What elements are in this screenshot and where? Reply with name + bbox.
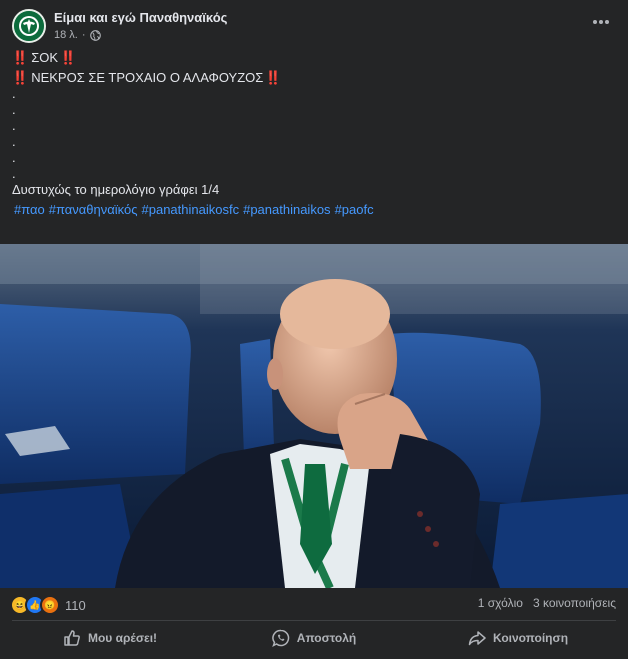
facebook-post: Είμαι και εγώ Παναθηναϊκός 18 λ. · ‼️ ΣΟ… <box>0 0 628 659</box>
dot-separator: · <box>81 29 86 41</box>
post-photo[interactable] <box>0 244 628 588</box>
reactions-count[interactable]: 110 <box>65 598 86 613</box>
post-actions: Μου αρέσει! Αποστολή Κοινοποίηση <box>8 622 620 654</box>
dot-line: . <box>12 86 16 101</box>
hashtag-link[interactable]: #panathinaikosfc <box>142 202 240 218</box>
double-exclamation-icon: ‼️ <box>12 70 29 85</box>
hashtag-link[interactable]: #paofc <box>335 202 374 218</box>
send-label: Αποστολή <box>296 631 357 645</box>
dot-line: . <box>12 134 16 149</box>
hashtag-link[interactable]: #παναθηναϊκός <box>49 202 138 218</box>
dot-line: . <box>12 118 16 133</box>
post-stats: 😆 👍 😠 110 1 σχόλιο 3 κοινοποιήσεις <box>0 588 628 618</box>
share-arrow-icon <box>468 631 486 646</box>
more-horizontal-icon[interactable] <box>592 14 612 28</box>
double-exclamation-icon: ‼️ <box>60 50 77 65</box>
comments-count[interactable]: 1 σχόλιο <box>478 596 523 610</box>
hashtag-link[interactable]: #παο <box>14 202 45 218</box>
post-text: ‼️ ΣΟΚ ‼️ ‼️ ΝΕΚΡΟΣ ΣΕ ΤΡΟΧΑΙΟ Ο ΑΛΑΦΟΥΖ… <box>12 50 616 218</box>
calendar-text: Δυστυχώς το ημερολόγιο γράφει 1/4 <box>12 182 220 197</box>
whatsapp-icon <box>271 629 289 647</box>
post-time[interactable]: 18 λ. <box>54 29 78 41</box>
shares-count[interactable]: 3 κοινοποιήσεις <box>533 596 616 610</box>
share-button[interactable]: Κοινοποίηση <box>416 622 620 654</box>
send-button[interactable]: Αποστολή <box>212 622 416 654</box>
like-button[interactable]: Μου αρέσει! <box>8 622 212 654</box>
double-exclamation-icon: ‼️ <box>265 70 282 85</box>
globe-icon <box>89 29 101 41</box>
reactions-summary[interactable]: 😆 👍 😠 110 <box>10 595 86 615</box>
text-line-2: ‼️ ΝΕΚΡΟΣ ΣΕ ΤΡΟΧΑΙΟ Ο ΑΛΑΦΟΥΖΟΣ ‼️ <box>12 70 616 86</box>
hashtag-link[interactable]: #panathinaikos <box>243 202 330 218</box>
divider <box>12 620 616 621</box>
hashtags: #παο #παναθηναϊκός #panathinaikosfc #pan… <box>12 202 616 218</box>
dot-line: . <box>12 166 16 181</box>
shock-text: ΣΟΚ <box>31 50 59 65</box>
engagement-stats: 1 σχόλιο 3 κοινοποιήσεις <box>478 596 616 610</box>
post-header: Είμαι και εγώ Παναθηναϊκός 18 λ. · <box>12 8 616 44</box>
double-exclamation-icon: ‼️ <box>12 50 29 65</box>
share-label: Κοινοποίηση <box>492 631 569 645</box>
thumbs-up-icon <box>64 630 80 646</box>
headline-text: ΝΕΚΡΟΣ ΣΕ ΤΡΟΧΑΙΟ Ο ΑΛΑΦΟΥΖΟΣ <box>31 70 264 85</box>
dot-line: . <box>12 150 16 165</box>
page-avatar[interactable] <box>12 9 46 43</box>
angry-reaction-icon: 😠 <box>40 595 60 615</box>
like-label: Μου αρέσει! <box>87 631 158 645</box>
page-name[interactable]: Είμαι και εγώ Παναθηναϊκός <box>54 10 227 25</box>
post-meta: 18 λ. · <box>54 29 101 41</box>
text-line-1: ‼️ ΣΟΚ ‼️ <box>12 50 616 66</box>
dot-line: . <box>12 102 16 117</box>
